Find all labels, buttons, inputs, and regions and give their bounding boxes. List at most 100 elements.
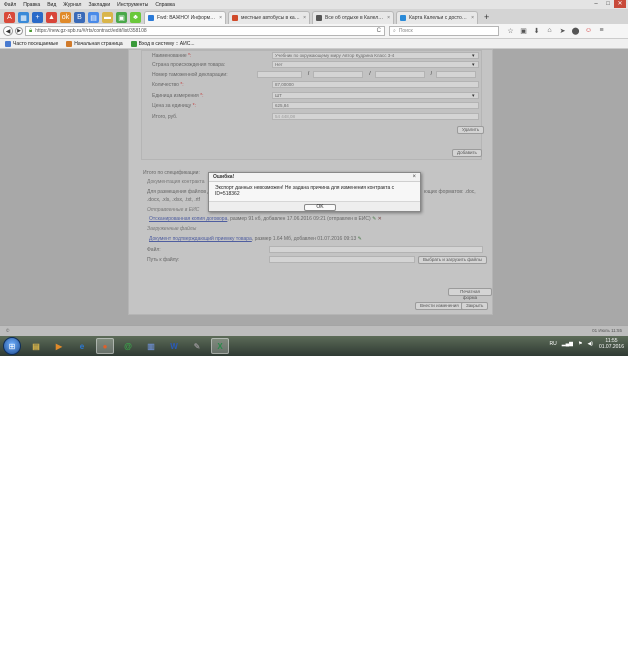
menu-item-0[interactable]: Файл xyxy=(4,2,16,8)
url-bar[interactable]: 🔒︎ https://new.gz-spb.ru/#/rts/contract/… xyxy=(25,26,385,36)
delete-button[interactable]: Удалить xyxy=(457,126,485,134)
volume-icon[interactable]: ◀) xyxy=(587,341,593,347)
ok-button[interactable]: OK xyxy=(304,204,336,211)
tab-close-icon[interactable]: × xyxy=(303,15,306,21)
bookmark-star-icon[interactable]: ☆ xyxy=(505,27,516,35)
minimize-button[interactable]: – xyxy=(590,0,602,8)
pinned-tab-plus-icon[interactable]: + xyxy=(32,12,43,23)
edit-icon[interactable]: ✎ xyxy=(372,216,376,222)
bookmark-item[interactable]: Часто посещаемые xyxy=(5,40,58,47)
chevron-down-icon[interactable]: ▾ xyxy=(472,53,475,59)
notes-icon[interactable]: ▥ xyxy=(142,338,160,354)
menu-item-4[interactable]: Закладки xyxy=(88,2,110,8)
ie-icon[interactable]: e xyxy=(73,338,91,354)
back-button[interactable]: ◀ xyxy=(3,26,13,36)
menu-item-1[interactable]: Правка xyxy=(23,2,40,8)
send-icon[interactable]: ⬤ xyxy=(570,27,581,35)
save-changes-button[interactable]: Внести изменения xyxy=(415,302,464,310)
network-icon[interactable]: ▂▄▆ xyxy=(562,341,573,347)
window-close-button[interactable]: ✕ xyxy=(614,0,626,8)
print-form-button[interactable]: Печатная форма xyxy=(448,288,492,300)
path-field[interactable] xyxy=(269,256,415,263)
customs-field[interactable] xyxy=(374,71,425,78)
pinned-tab-mail-icon[interactable]: A xyxy=(4,12,15,23)
field-value[interactable]: Учебник по окружающему миру Автор Кудрин… xyxy=(272,52,479,59)
field-value[interactable]: 625,84 xyxy=(272,102,479,109)
word-icon[interactable]: W xyxy=(165,338,183,354)
browser-tab[interactable]: Fwd: ВАЖНО! Информац... × xyxy=(144,11,226,24)
customs-field[interactable] xyxy=(313,71,364,78)
status-right: 01 Июль 11:55 xyxy=(592,328,622,333)
edit-icon[interactable]: ✎ xyxy=(358,236,362,242)
browser-tab[interactable]: Все об отдыхе в Калелье ... × xyxy=(312,11,394,24)
loaded-file-link[interactable]: Документ подтверждающий приемку товара xyxy=(149,236,252,242)
bookmark-item[interactable]: Начальная страница xyxy=(66,40,123,47)
mail-icon[interactable]: @ xyxy=(119,338,137,354)
pinned-tab-grid-icon[interactable]: ▦ xyxy=(18,12,29,23)
menu-item-2[interactable]: Вид xyxy=(47,2,56,8)
menu-icon[interactable]: ≡ xyxy=(596,27,607,35)
reload-icon[interactable]: C xyxy=(377,28,381,34)
pinned-tab-green-icon[interactable]: ♣ xyxy=(130,12,141,23)
language-indicator[interactable]: RU xyxy=(550,341,557,347)
customs-field[interactable] xyxy=(256,71,302,78)
pinned-tab-doc-icon[interactable]: ▤ xyxy=(88,12,99,23)
toolbar-icons: ☆ ▣ ⬇ ⌂ ➤ ⬤ ☺ ≡ xyxy=(505,27,609,35)
field-value[interactable]: 87,00000 xyxy=(272,81,479,88)
tab-close-icon[interactable]: × xyxy=(219,15,222,21)
paint-icon[interactable]: ✎ xyxy=(188,338,206,354)
download-icon[interactable]: ⌂ xyxy=(544,27,555,35)
pinned-tab-folder-icon[interactable]: ▬ xyxy=(102,12,113,23)
bookmark-icon xyxy=(66,40,73,47)
upload-button[interactable]: Выбрать и загрузить файлы xyxy=(418,256,487,264)
home-icon[interactable]: ➤ xyxy=(557,27,568,35)
field-value[interactable]: ШТ xyxy=(272,92,479,99)
pinned-tab-ok-icon[interactable]: ok xyxy=(60,12,71,23)
explorer-icon[interactable]: ▤ xyxy=(27,338,45,354)
chevron-down-icon[interactable]: ▾ xyxy=(472,93,475,99)
close-icon[interactable]: × xyxy=(412,174,416,180)
loaded-header: Загруженные файлы xyxy=(147,226,197,232)
firefox-icon[interactable]: ● xyxy=(96,338,114,354)
pinned-tab-image-icon[interactable]: ▣ xyxy=(116,12,127,23)
field-label-text: Итого, руб. xyxy=(152,113,178,120)
menu-item-5[interactable]: Инструменты xyxy=(117,2,148,8)
field-value[interactable]: Нет xyxy=(272,61,479,68)
flag-icon[interactable]: ⚑ xyxy=(578,341,582,347)
bookmark-item[interactable]: Вход в систему :: АИС... xyxy=(130,40,195,47)
taskbar-apps: ▤ ▶ e ● @ ▥ W ✎ X xyxy=(27,338,234,354)
file-select[interactable] xyxy=(269,246,483,253)
start-button[interactable]: ⊞ xyxy=(3,337,21,355)
tab-title: местные автобусы в кале... xyxy=(241,15,302,21)
bookmark-icon xyxy=(5,40,11,47)
pocket-icon[interactable]: ⬇ xyxy=(531,27,542,35)
media-player-icon[interactable]: ▶ xyxy=(50,338,68,354)
browser-tab[interactable]: Карта Калельи с достопр... × xyxy=(396,11,478,24)
form-row: Номер таможенной декларации: / / / xyxy=(152,70,482,79)
close-button[interactable]: Закрыть xyxy=(461,302,489,310)
bookmark-label: Вход в систему :: АИС... xyxy=(138,40,195,47)
tab-favicon-icon xyxy=(316,15,322,21)
separator: / xyxy=(307,71,310,77)
clock[interactable]: 11:55 01.07.2016 xyxy=(599,338,624,350)
tab-close-icon[interactable]: × xyxy=(471,15,474,21)
new-tab-button[interactable]: + xyxy=(480,11,493,24)
search-input[interactable]: ⌕ Поиск xyxy=(389,26,499,36)
pinned-tab-chart-icon[interactable]: ▲ xyxy=(46,12,57,23)
customs-field[interactable] xyxy=(436,71,476,78)
chevron-down-icon[interactable]: ▾ xyxy=(472,62,475,68)
browser-tab[interactable]: местные автобусы в кале... × xyxy=(228,11,310,24)
forward-button[interactable]: ▶ xyxy=(15,27,23,35)
delete-icon[interactable]: ✕ xyxy=(378,216,382,222)
adblock-icon[interactable]: ☺ xyxy=(583,27,594,35)
menu-item-6[interactable]: Справка xyxy=(155,2,175,8)
bookmark-icon xyxy=(130,40,137,47)
menu-item-3[interactable]: Журнал xyxy=(63,2,81,8)
tab-close-icon[interactable]: × xyxy=(387,15,390,21)
add-button[interactable]: Добавить xyxy=(452,149,482,157)
excel-icon[interactable]: X xyxy=(211,338,229,354)
sent-file-link[interactable]: Отсканированная копия договора xyxy=(149,216,227,222)
reading-list-icon[interactable]: ▣ xyxy=(518,27,529,35)
maximize-button[interactable]: □ xyxy=(602,0,614,8)
pinned-tab-b-icon[interactable]: B xyxy=(74,12,85,23)
